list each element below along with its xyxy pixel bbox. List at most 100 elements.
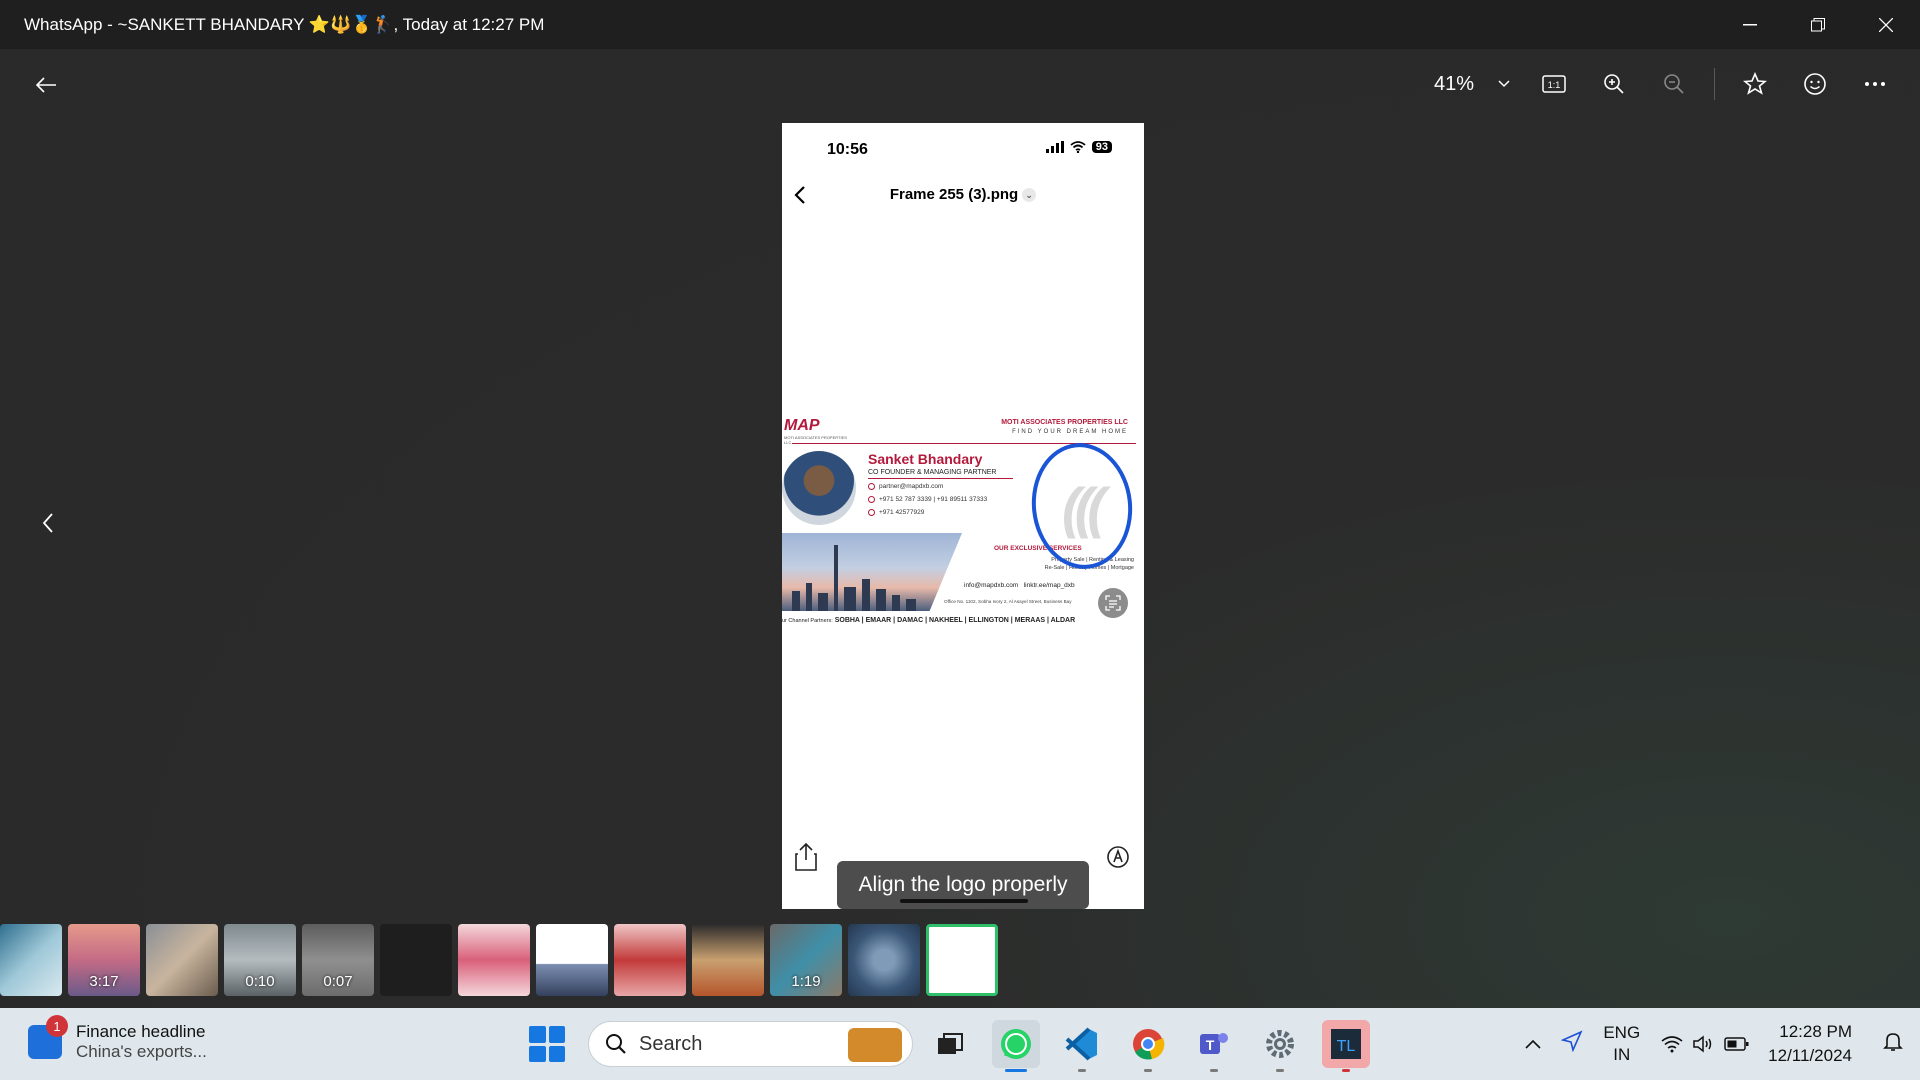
notifications-button[interactable]: [1882, 1030, 1904, 1058]
gear-icon: [1266, 1030, 1294, 1058]
location-indicator[interactable]: [1560, 1030, 1583, 1058]
media-image: 10:56 93 Frame 255 (3).png ⌄ MAP MOTI ASS…: [782, 123, 1144, 909]
tray-overflow-button[interactable]: [1525, 1033, 1541, 1055]
scan-text-icon: [1105, 595, 1121, 611]
thumbnail[interactable]: 0:10: [224, 924, 296, 996]
thumbnail[interactable]: 1:19: [770, 924, 842, 996]
zoom-out-button[interactable]: [1649, 62, 1699, 106]
card-email: partner@mapdxb.com: [868, 483, 943, 490]
card-phone-text: +971 52 787 3339 | +91 89511 37333: [879, 496, 988, 504]
clock-time: 12:28 PM: [1779, 1022, 1852, 1041]
toolbar-actions: 41% 1:1: [1434, 49, 1920, 119]
card-partners-list: SOBHA | EMAAR | DAMAC | NAKHEEL | ELLING…: [834, 617, 1076, 624]
chevron-down-icon: [1498, 80, 1510, 88]
live-text-button[interactable]: [1098, 588, 1128, 618]
back-button[interactable]: [28, 67, 64, 103]
close-button[interactable]: [1852, 0, 1920, 49]
thumbnail[interactable]: 3:17: [68, 924, 140, 996]
thumbnail[interactable]: [458, 924, 530, 996]
zoom-in-button[interactable]: [1589, 62, 1639, 106]
card-partners: ur Channel Partners: SOBHA | EMAAR | DAM…: [782, 617, 1144, 624]
location-arrow-icon: [1560, 1030, 1583, 1053]
news-subtitle: China's exports...: [76, 1042, 207, 1061]
viewer-toolbar: 41% 1:1: [0, 49, 1920, 119]
quick-settings-button[interactable]: [1660, 1034, 1750, 1054]
city-skyline-image: [782, 533, 962, 611]
card-avatar: [782, 451, 856, 525]
taskbar-tl-app[interactable]: TL: [1322, 1020, 1370, 1072]
search-icon: [606, 1034, 626, 1054]
title-bar: WhatsApp - ~SANKETT BHANDARY ⭐🔱🥇🏌️, Toda…: [0, 0, 1920, 49]
thumbnail-duration: 0:10: [245, 973, 275, 990]
thumbnail[interactable]: [614, 924, 686, 996]
language-indicator[interactable]: ENG IN: [1603, 1022, 1640, 1066]
phone-nav-bar: Frame 255 (3).png ⌄: [782, 181, 1144, 211]
more-icon: [1865, 82, 1885, 86]
wifi-icon: [1070, 141, 1086, 153]
thumbnail[interactable]: [146, 924, 218, 996]
language-code: ENG: [1603, 1023, 1641, 1042]
signal-icon: [1045, 141, 1064, 153]
taskbar-search[interactable]: Search: [588, 1021, 913, 1067]
taskbar-whatsapp[interactable]: [992, 1020, 1040, 1072]
task-view-button[interactable]: [926, 1020, 974, 1068]
taskbar-vscode[interactable]: [1058, 1020, 1106, 1072]
chevron-left-icon: [42, 513, 53, 533]
news-icon: 1: [28, 1015, 68, 1059]
start-button[interactable]: [529, 1026, 565, 1062]
zoom-out-icon: [1664, 74, 1684, 94]
zoom-dropdown-button[interactable]: [1489, 62, 1519, 106]
phone-file-title: Frame 255 (3).png ⌄: [782, 186, 1144, 203]
minimize-icon: [1743, 23, 1757, 25]
taskbar-clock[interactable]: 12:28 PM 12/11/2024: [1768, 1020, 1852, 1068]
thumbnail-duration: 3:17: [89, 973, 119, 990]
taskbar-chrome[interactable]: [1124, 1020, 1172, 1072]
bell-icon: [1883, 1033, 1903, 1051]
chevron-up-icon: [1525, 1039, 1541, 1049]
wifi-icon: [1661, 1036, 1683, 1053]
svg-text:1:1: 1:1: [1548, 80, 1561, 90]
thumbnail-duration: 1:19: [791, 973, 821, 990]
tl-app-icon: TL: [1331, 1029, 1361, 1059]
vscode-icon: [1065, 1027, 1097, 1061]
thumbnail[interactable]: [0, 924, 62, 996]
card-landline: +971 42577929: [868, 509, 924, 516]
more-options-button[interactable]: [1850, 62, 1900, 106]
star-icon: [1743, 72, 1767, 95]
card-landline-text: +971 42577929: [879, 509, 925, 517]
thumbnail[interactable]: [848, 924, 920, 996]
briefcase-icon: [848, 1028, 902, 1062]
taskbar-teams[interactable]: T: [1190, 1020, 1238, 1072]
minimize-button[interactable]: [1716, 0, 1784, 49]
previous-media-button[interactable]: [30, 505, 66, 541]
taskbar-settings[interactable]: [1256, 1020, 1304, 1072]
windows-logo-icon: [529, 1026, 546, 1043]
news-text: Finance headline China's exports...: [76, 1022, 207, 1062]
react-button[interactable]: [1790, 62, 1840, 106]
notification-badge: 1: [46, 1015, 68, 1037]
thumbnail[interactable]: [380, 924, 452, 996]
thumbnail-selected[interactable]: [926, 924, 998, 996]
window-title: WhatsApp - ~SANKETT BHANDARY ⭐🔱🥇🏌️, Toda…: [24, 14, 545, 34]
media-filmstrip: 3:17 0:10 0:07 1:19: [0, 924, 1000, 996]
window-controls: [1716, 0, 1920, 49]
share-icon: [795, 843, 817, 871]
actual-size-icon: 1:1: [1542, 75, 1566, 93]
restore-button[interactable]: [1784, 0, 1852, 49]
close-icon: [1879, 17, 1893, 32]
news-widget[interactable]: 1 Finance headline China's exports...: [28, 1015, 207, 1062]
landline-icon: [868, 509, 875, 516]
thumbnail[interactable]: [692, 924, 764, 996]
thumbnail[interactable]: 0:07: [302, 924, 374, 996]
svg-text:TL: TL: [1337, 1038, 1356, 1055]
markup-icon: [1107, 846, 1129, 868]
teams-icon: T: [1200, 1033, 1228, 1054]
news-title: Finance headline: [76, 1022, 206, 1041]
favorite-button[interactable]: [1730, 62, 1780, 106]
chrome-icon: [1133, 1029, 1165, 1060]
zoom-level[interactable]: 41%: [1434, 73, 1474, 96]
email-icon: [868, 483, 875, 490]
thumbnail[interactable]: [536, 924, 608, 996]
actual-size-button[interactable]: 1:1: [1529, 62, 1579, 106]
volume-icon: [1693, 1035, 1712, 1053]
